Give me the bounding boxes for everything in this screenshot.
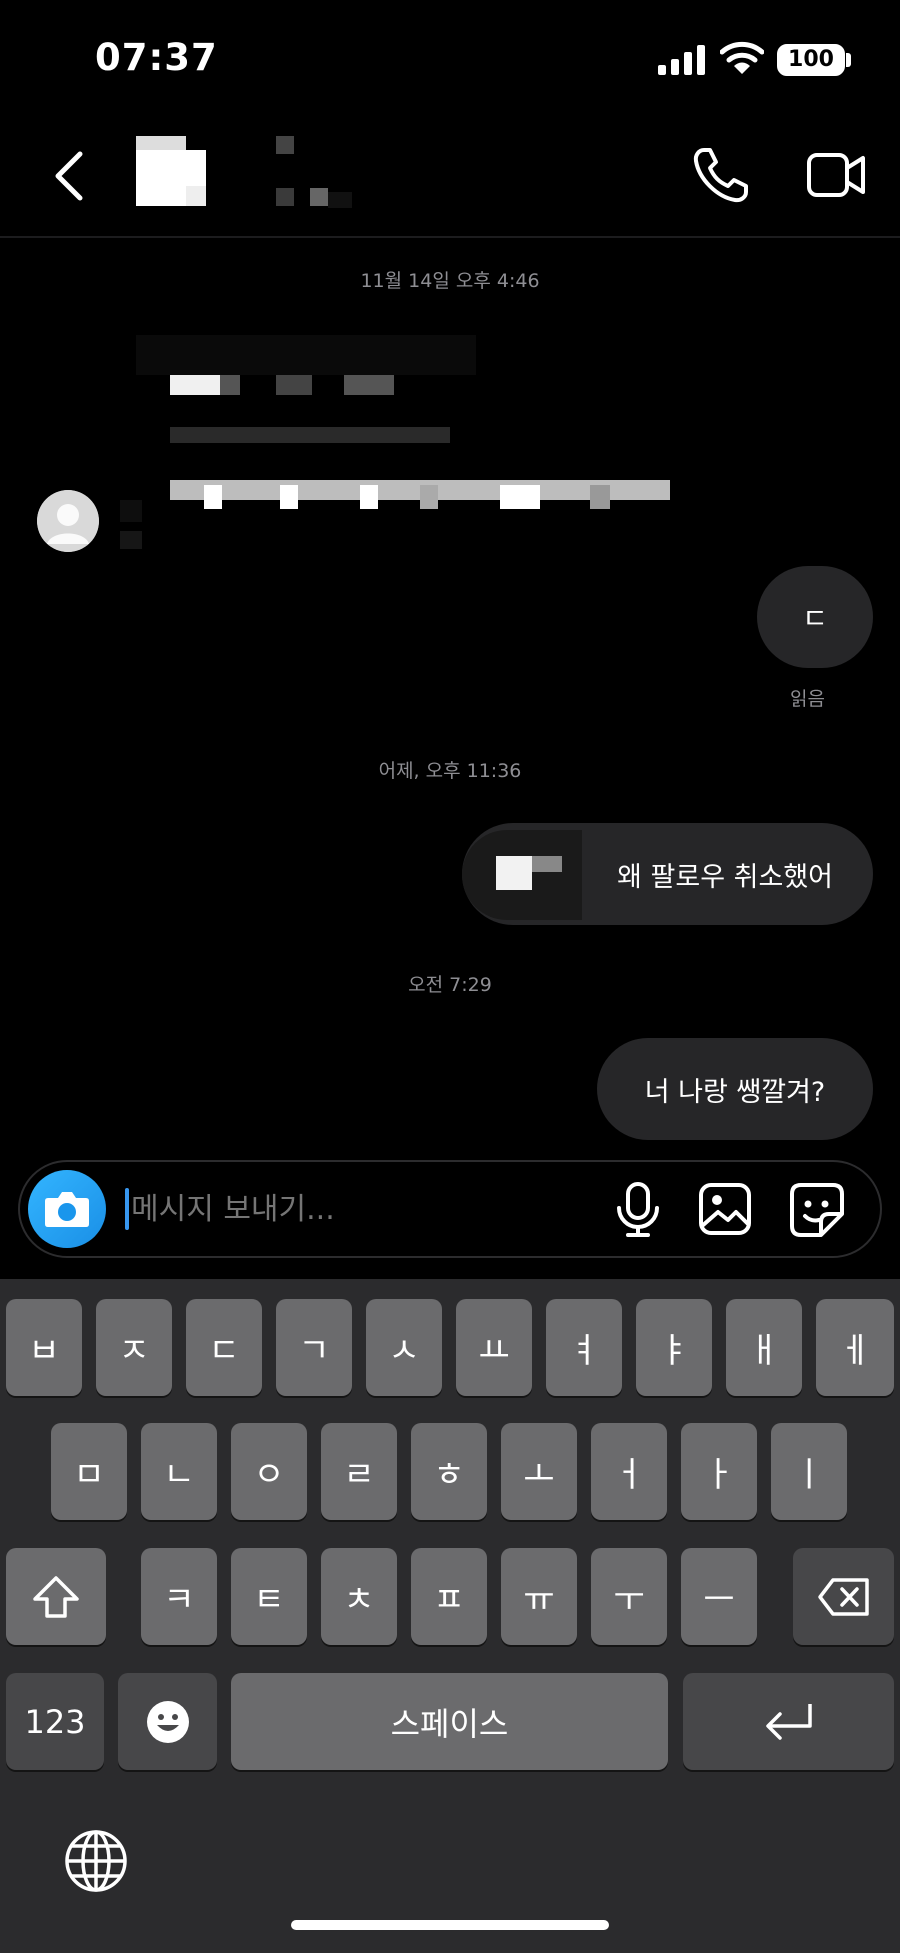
emoji-icon <box>146 1700 189 1743</box>
key-label: ㅐ <box>748 1331 780 1371</box>
wifi-icon <box>720 41 764 74</box>
key-label: 123 <box>24 1702 86 1741</box>
key-label: ㅍ <box>433 1580 465 1620</box>
video-icon[interactable] <box>806 150 866 200</box>
key-label: ㅁ <box>73 1455 105 1495</box>
key-label: ㅠ <box>523 1580 555 1620</box>
battery-indicator: 100 <box>777 44 845 76</box>
keyboard: ㅂ ㅈ ㄷ ㄱ ㅅ ㅛ ㅕ ㅑ ㅐ ㅔ ㅁ ㄴ ㅇ ㄹ ㅎ ㅗ ㅓ ㅏ ㅣ ㅋ … <box>0 1279 900 1953</box>
key[interactable]: ㅐ <box>726 1299 802 1396</box>
read-receipt: 읽음 <box>790 688 825 710</box>
key-label: ㅔ <box>839 1331 871 1371</box>
numbers-key[interactable]: 123 <box>6 1673 104 1770</box>
timestamp: 오전 7:29 <box>408 974 492 996</box>
contact-avatar[interactable] <box>37 490 99 552</box>
key-label: ㄷ <box>208 1331 240 1371</box>
key[interactable]: ㄹ <box>321 1423 397 1520</box>
key[interactable]: ㄷ <box>186 1299 262 1396</box>
key-label: ㅡ <box>703 1580 735 1620</box>
key[interactable]: ㄱ <box>276 1299 352 1396</box>
key[interactable]: ㅛ <box>456 1299 532 1396</box>
timestamp: 11월 14일 오후 4:46 <box>360 270 540 292</box>
key[interactable]: ㅑ <box>636 1299 712 1396</box>
key[interactable]: ㅌ <box>231 1548 307 1645</box>
key-label: ㅈ <box>118 1331 150 1371</box>
key[interactable]: ㅏ <box>681 1423 757 1520</box>
key-label: ㅣ <box>793 1455 825 1495</box>
key[interactable]: ㅎ <box>411 1423 487 1520</box>
delete-key[interactable] <box>793 1548 894 1645</box>
home-indicator <box>291 1920 609 1930</box>
timestamp: 어제, 오후 11:36 <box>378 760 522 782</box>
camera-icon <box>45 1192 89 1227</box>
return-key[interactable] <box>683 1673 894 1770</box>
status-time: 07:37 <box>95 36 218 79</box>
signal-icon <box>658 45 705 75</box>
back-icon[interactable] <box>52 150 88 202</box>
key[interactable]: ㅗ <box>501 1423 577 1520</box>
key-label: ㅂ <box>28 1331 60 1371</box>
key[interactable]: ㅓ <box>591 1423 667 1520</box>
gallery-icon[interactable] <box>698 1182 752 1236</box>
key[interactable]: ㅜ <box>591 1548 667 1645</box>
camera-button[interactable] <box>28 1170 106 1248</box>
key-label: 스페이스 <box>390 1704 509 1743</box>
shift-key[interactable] <box>6 1548 106 1645</box>
key-label: ㅌ <box>253 1580 285 1620</box>
key[interactable]: ㅂ <box>6 1299 82 1396</box>
key[interactable]: ㅔ <box>816 1299 894 1396</box>
header-divider <box>0 236 900 238</box>
key-label: ㅊ <box>343 1580 375 1620</box>
globe-icon[interactable] <box>64 1829 128 1893</box>
key[interactable]: ㅍ <box>411 1548 487 1645</box>
key[interactable]: ㅋ <box>141 1548 217 1645</box>
key-label: ㅓ <box>613 1455 645 1495</box>
key-label: ㄹ <box>343 1455 375 1495</box>
text-caret <box>125 1188 129 1230</box>
key-label: ㄴ <box>163 1455 195 1495</box>
key-label: ㅕ <box>568 1331 600 1371</box>
message-text: 왜 팔로우 취소했어 <box>617 861 833 893</box>
key[interactable]: ㅈ <box>96 1299 172 1396</box>
key[interactable]: ㅣ <box>771 1423 847 1520</box>
key-label: ㅑ <box>658 1331 690 1371</box>
emoji-key[interactable] <box>118 1673 217 1770</box>
message-input[interactable] <box>131 1180 601 1238</box>
microphone-icon[interactable] <box>614 1182 662 1238</box>
incoming-message-censored[interactable] <box>120 335 730 555</box>
attachment-censored[interactable] <box>462 830 582 920</box>
contact-name-censored[interactable] <box>266 136 362 208</box>
avatar-placeholder-icon <box>37 490 99 552</box>
key[interactable]: ㅅ <box>366 1299 442 1396</box>
key[interactable]: ㅁ <box>51 1423 127 1520</box>
key-label: ㅜ <box>613 1580 645 1620</box>
key-label: ㅋ <box>163 1580 195 1620</box>
outgoing-message[interactable]: ㄷ <box>757 566 873 668</box>
phone-icon[interactable] <box>692 146 750 204</box>
delete-icon <box>817 1577 869 1616</box>
key[interactable]: ㅕ <box>546 1299 622 1396</box>
key[interactable]: ㅊ <box>321 1548 397 1645</box>
key-label: ㅗ <box>523 1455 555 1495</box>
key-label: ㅛ <box>478 1331 510 1371</box>
key[interactable]: ㄴ <box>141 1423 217 1520</box>
outgoing-message[interactable]: 너 나랑 쌩깔겨? <box>597 1038 873 1140</box>
battery-nub <box>846 53 851 67</box>
key-label: ㅇ <box>253 1455 285 1495</box>
key[interactable]: ㅇ <box>231 1423 307 1520</box>
key[interactable]: ㅠ <box>501 1548 577 1645</box>
contact-avatar-censored[interactable] <box>136 136 206 206</box>
shift-icon <box>33 1575 79 1618</box>
key[interactable]: ㅡ <box>681 1548 757 1645</box>
sticker-icon[interactable] <box>789 1182 845 1238</box>
key-label: ㄱ <box>298 1331 330 1371</box>
key-label: ㅅ <box>388 1331 420 1371</box>
return-icon <box>765 1703 812 1740</box>
space-key[interactable]: 스페이스 <box>231 1673 668 1770</box>
key-label: ㅏ <box>703 1455 735 1495</box>
key-label: ㅎ <box>433 1455 465 1495</box>
